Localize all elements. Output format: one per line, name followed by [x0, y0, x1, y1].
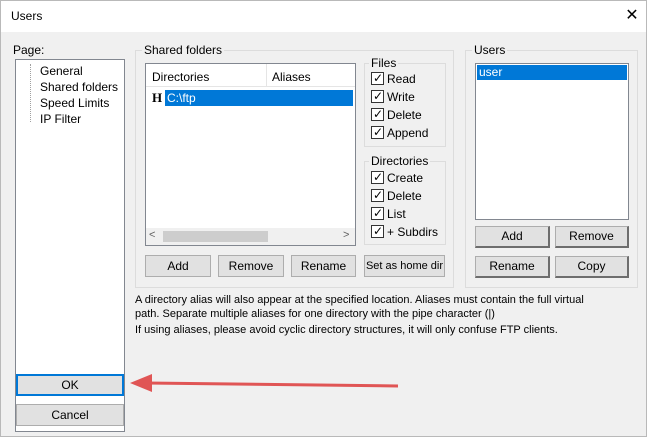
- checkbox-box[interactable]: ✓: [371, 125, 384, 139]
- directories-label: Directories: [369, 154, 431, 168]
- checkbox-label: + Subdirs: [387, 225, 439, 239]
- checkbox-label: Append: [387, 126, 429, 140]
- check-icon: ✓: [373, 206, 384, 220]
- tree-item-shared-folders[interactable]: Shared folders: [40, 80, 118, 96]
- check-icon: ✓: [373, 188, 384, 202]
- checkbox-label: List: [387, 207, 406, 221]
- directory-cell[interactable]: C:\ftp: [165, 90, 353, 106]
- title-bar: Users ✕: [1, 1, 646, 32]
- users-list[interactable]: user: [475, 63, 629, 220]
- list-item[interactable]: user: [477, 65, 627, 80]
- window-title: Users: [11, 9, 43, 23]
- checkbox-label: Read: [387, 72, 416, 86]
- table-row[interactable]: H C:\ftp: [146, 89, 355, 107]
- copy-user-button[interactable]: Copy: [555, 256, 629, 278]
- close-icon[interactable]: ✕: [617, 3, 647, 29]
- checkbox-subdirs[interactable]: ✓ + Subdirs: [371, 224, 439, 243]
- checkbox-box[interactable]: ✓: [371, 89, 384, 103]
- checkbox-label: Create: [387, 171, 424, 185]
- scroll-thumb[interactable]: [163, 231, 268, 242]
- add-user-button[interactable]: Add: [475, 226, 550, 248]
- users-dialog: Users ✕ Page: General Shared folders Spe…: [0, 0, 647, 437]
- check-icon: ✓: [373, 71, 384, 85]
- check-icon: ✓: [373, 224, 384, 238]
- annotation-arrow: [130, 374, 399, 392]
- checkbox-box[interactable]: ✓: [371, 206, 384, 220]
- directories-list[interactable]: Directories Aliases H C:\ftp < >: [145, 63, 356, 246]
- directories-options: ✓ Create ✓ Delete ✓ List ✓ + Subdirs: [371, 170, 439, 243]
- checkbox-box[interactable]: ✓: [371, 188, 384, 202]
- ok-button[interactable]: OK: [16, 374, 124, 396]
- arrow-shaft: [145, 381, 399, 388]
- alias-info-text: A directory alias will also appear at th…: [135, 294, 584, 320]
- home-flag: H: [152, 90, 163, 105]
- check-icon: ✓: [373, 170, 384, 184]
- checkbox-box[interactable]: ✓: [371, 224, 384, 238]
- page-label: Page:: [13, 43, 45, 57]
- rename-user-button[interactable]: Rename: [475, 256, 550, 278]
- column-divider: [266, 64, 267, 87]
- checkbox-label: Delete: [387, 189, 422, 203]
- column-directories[interactable]: Directories: [152, 70, 209, 84]
- shared-folders-label: Shared folders: [142, 43, 225, 57]
- scroll-left-icon[interactable]: <: [149, 229, 155, 241]
- files-label: Files: [369, 56, 399, 70]
- column-aliases[interactable]: Aliases: [272, 70, 311, 84]
- scroll-right-icon[interactable]: >: [343, 229, 349, 241]
- checkbox-label: Write: [387, 90, 415, 104]
- remove-folder-button[interactable]: Remove: [218, 255, 284, 277]
- checkbox-box[interactable]: ✓: [371, 170, 384, 184]
- tree-connector: [30, 64, 31, 122]
- tree-item-general[interactable]: General: [40, 64, 83, 80]
- checkbox-append[interactable]: ✓ Append: [371, 125, 429, 144]
- tree-item-ip-filter[interactable]: IP Filter: [40, 112, 81, 128]
- files-options: ✓ Read ✓ Write ✓ Delete ✓ Append: [371, 71, 429, 144]
- set-home-dir-button[interactable]: Set as home dir: [364, 255, 445, 277]
- remove-user-button[interactable]: Remove: [555, 226, 629, 248]
- check-icon: ✓: [373, 107, 384, 121]
- horizontal-scrollbar[interactable]: < >: [146, 228, 355, 245]
- arrow-head: [130, 374, 152, 392]
- add-folder-button[interactable]: Add: [145, 255, 211, 277]
- check-icon: ✓: [373, 125, 384, 139]
- check-icon: ✓: [373, 89, 384, 103]
- checkbox-box[interactable]: ✓: [371, 107, 384, 121]
- users-label: Users: [472, 43, 508, 57]
- checkbox-box[interactable]: ✓: [371, 71, 384, 85]
- rename-folder-button[interactable]: Rename: [291, 255, 356, 277]
- cancel-button[interactable]: Cancel: [16, 404, 124, 426]
- checkbox-label: Delete: [387, 108, 422, 122]
- alias-warning-text: If using aliases, please avoid cyclic di…: [135, 324, 558, 336]
- tree-item-speed-limits[interactable]: Speed Limits: [40, 96, 109, 112]
